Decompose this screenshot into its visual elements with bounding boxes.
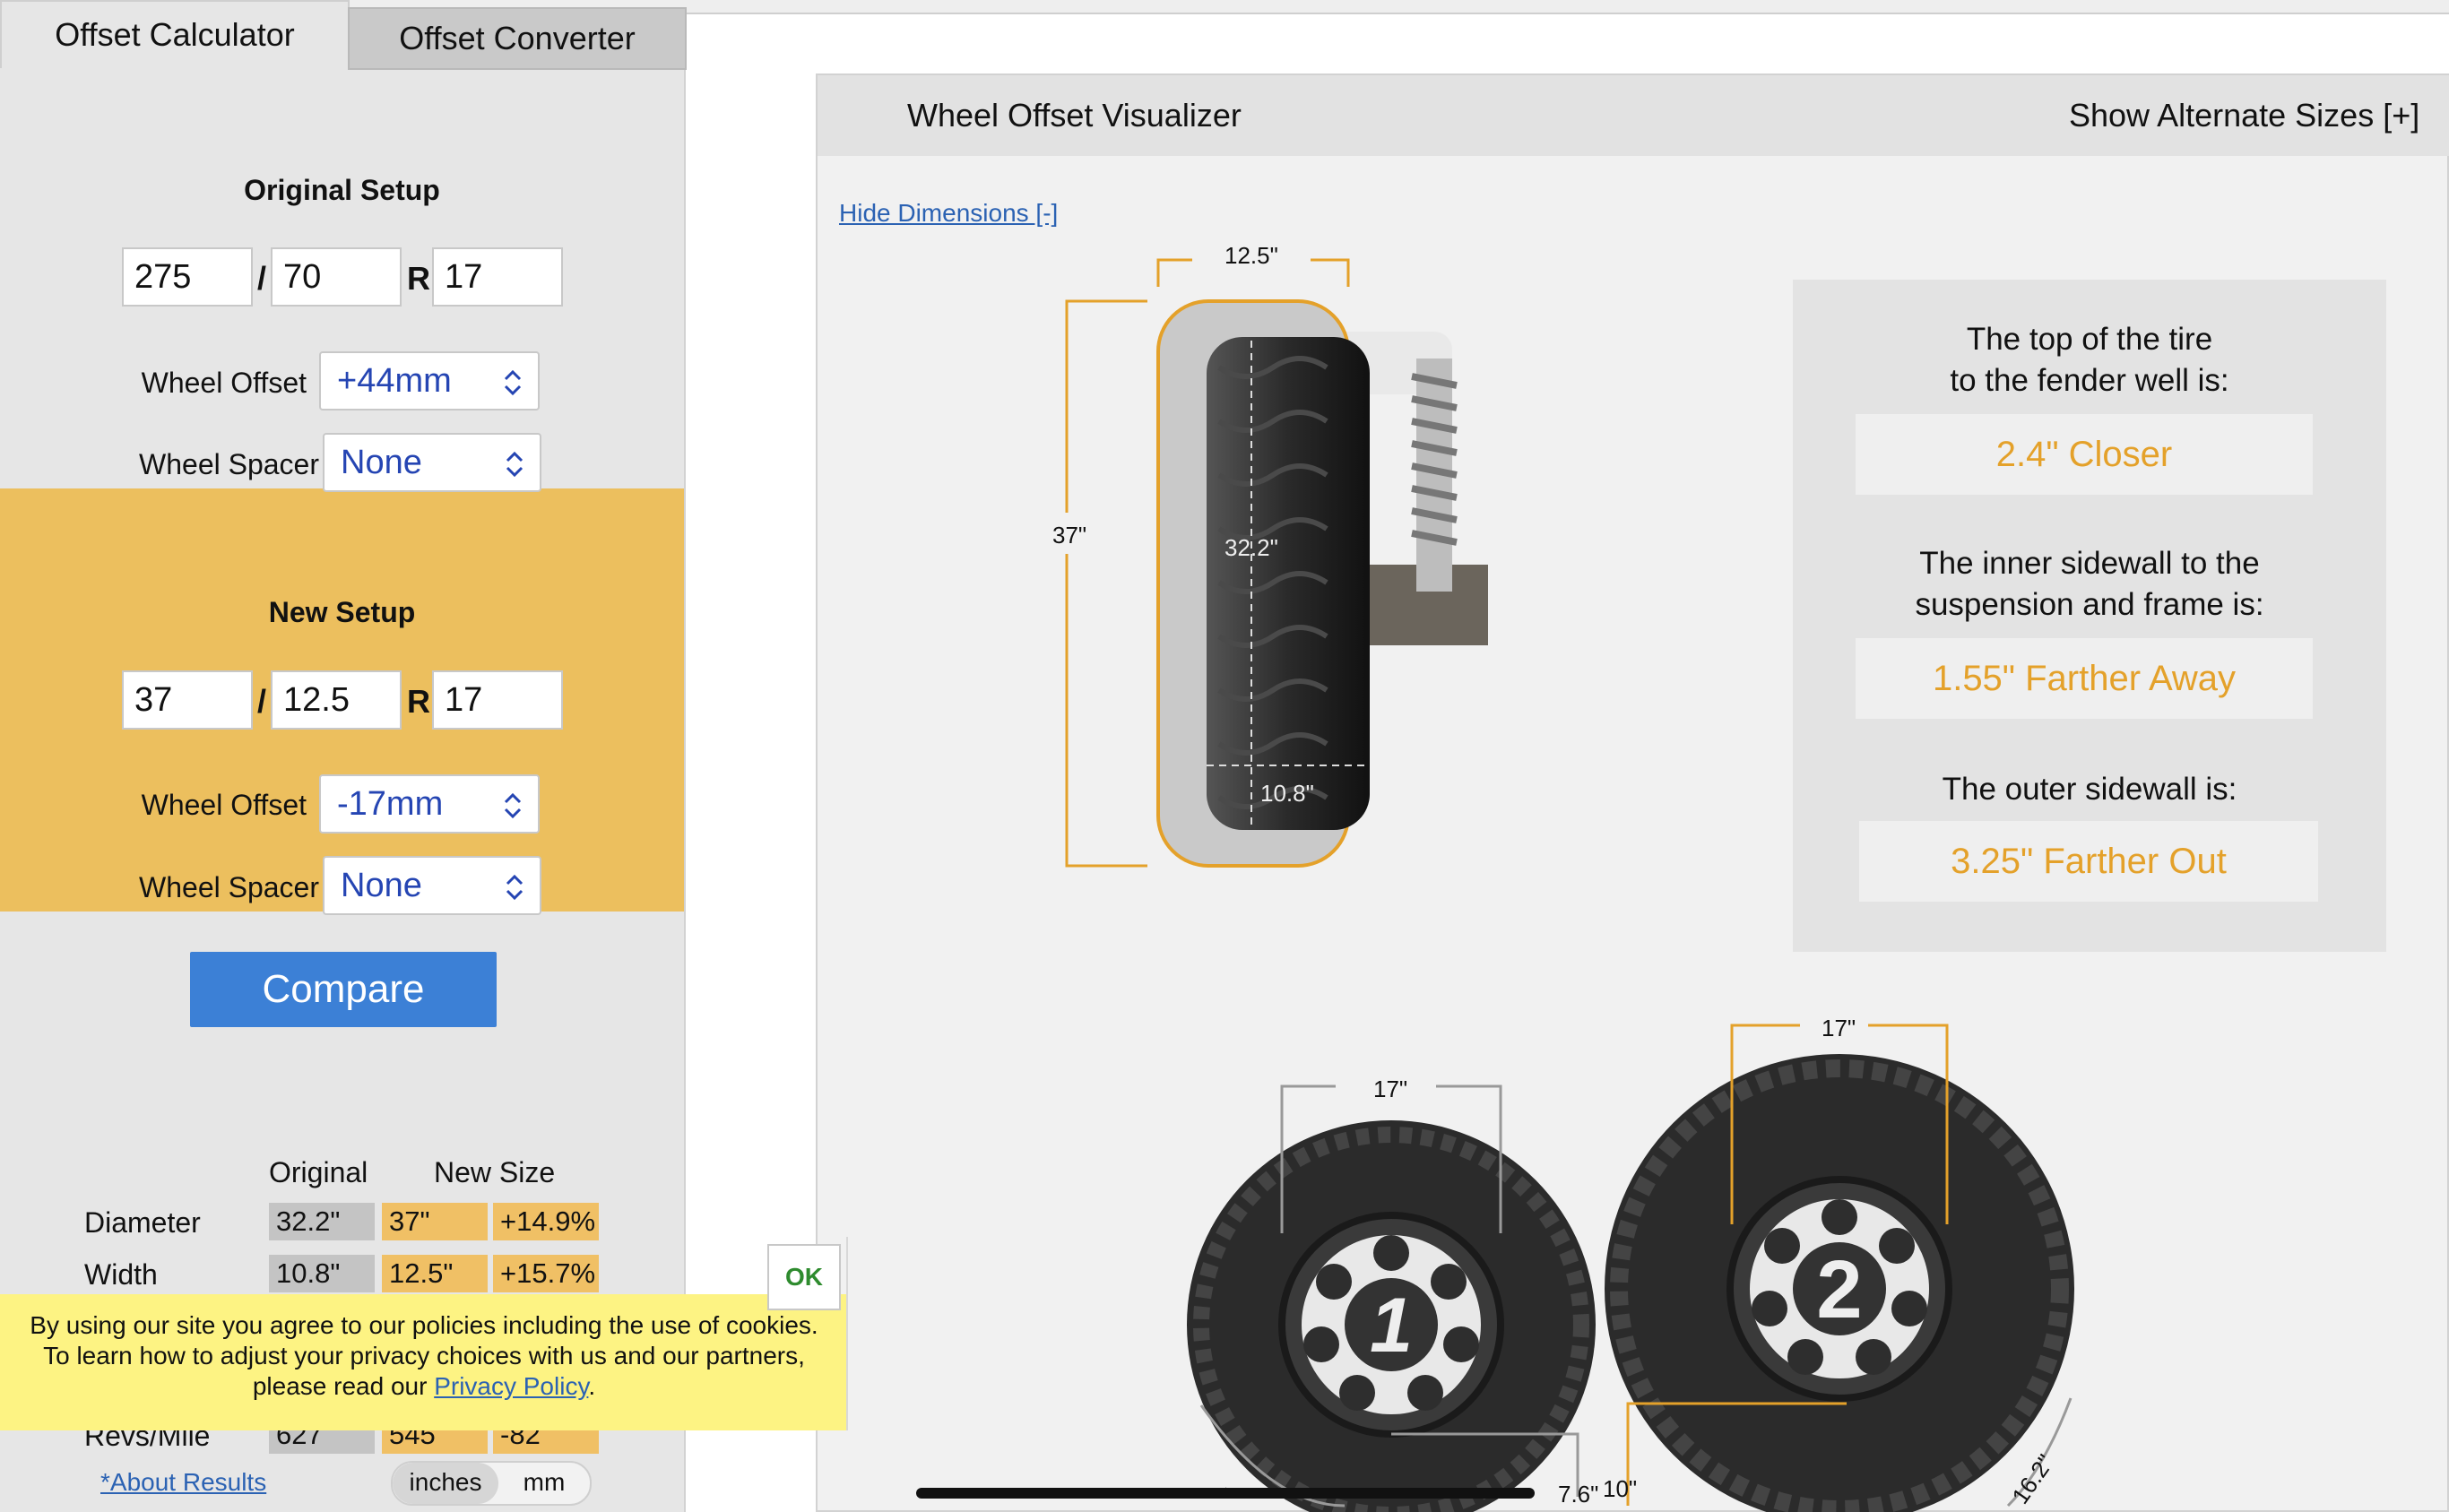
info-3-value: 3.25" Farther Out: [1859, 821, 2318, 902]
about-results-link[interactable]: *About Results: [100, 1468, 266, 1497]
original-setup-title: Original Setup: [244, 174, 440, 206]
info-1-line1: The top of the tire: [1966, 322, 2213, 357]
dim-wheel-2-rim: 17": [1822, 1015, 1856, 1041]
original-offset-select[interactable]: +44mm: [319, 351, 540, 410]
dim-wheel-1-rim: 17": [1373, 1076, 1407, 1102]
width-new: 12.5": [382, 1255, 488, 1292]
unit-mm-option[interactable]: mm: [498, 1463, 590, 1504]
visualizer-title: Wheel Offset Visualizer: [907, 97, 1242, 134]
cookie-divider: [846, 1237, 848, 1430]
unit-inches-option[interactable]: inches: [393, 1463, 498, 1504]
new-setup-title: New Setup: [268, 596, 416, 628]
original-spacer-select[interactable]: None: [323, 433, 541, 492]
new-offset-label: Wheel Offset: [141, 789, 307, 821]
tab-label: Offset Calculator: [55, 16, 295, 53]
wheel-2: 2: [1605, 1054, 2074, 1512]
info-2-line2: suspension and frame is:: [1915, 587, 2264, 622]
new-width-input[interactable]: 37: [122, 670, 253, 730]
row-label-diameter: Diameter: [84, 1206, 201, 1239]
info-1-value: 2.4" Closer: [1856, 414, 2313, 495]
show-alternate-sizes-link[interactable]: Show Alternate Sizes [+]: [2069, 97, 2419, 134]
cookie-banner: By using our site you agree to our polic…: [0, 1294, 848, 1430]
tab-label: Offset Converter: [399, 20, 636, 56]
row-label-width: Width: [84, 1258, 158, 1291]
tire-side-view: 12.5" 37" 32.2" 10.8": [1052, 242, 1488, 868]
wheels-front-view: 1 2 17" 17" 7.6" 10" " 16.2": [1187, 1015, 2074, 1512]
r-separator: R: [407, 683, 430, 720]
cookie-text-end: .: [588, 1372, 596, 1400]
dim-wheel-2-arc: 16.2": [2006, 1449, 2059, 1508]
dim-new-height: 37": [1052, 522, 1086, 549]
cookie-ok-button[interactable]: OK: [767, 1244, 841, 1310]
chevron-updown-icon: [504, 369, 522, 396]
new-spacer-select[interactable]: None: [323, 856, 541, 915]
col-new-size: New Size: [434, 1156, 556, 1188]
dim-orig-height: 32.2": [1224, 534, 1278, 561]
dim-wheel-2-bottom: 10": [1603, 1475, 1637, 1502]
dim-new-width: 12.5": [1224, 242, 1278, 269]
select-value: +44mm: [337, 362, 452, 400]
wheel-1: 1: [1187, 1120, 1596, 1512]
chevron-updown-icon: [506, 451, 524, 478]
chevron-updown-icon: [506, 874, 524, 901]
diameter-original: 32.2": [269, 1203, 375, 1240]
slash-separator: /: [257, 260, 267, 297]
select-value: None: [341, 444, 422, 481]
scroll-indicator[interactable]: [916, 1488, 1535, 1499]
tab-offset-calculator[interactable]: Offset Calculator: [0, 0, 350, 68]
wheel-1-number: 1: [1370, 1283, 1413, 1369]
original-offset-label: Wheel Offset: [141, 367, 307, 399]
original-tire: [1207, 337, 1370, 830]
width-change: +15.7%: [493, 1255, 599, 1292]
info-2-line1: The inner sidewall to the: [1919, 546, 2260, 581]
cookie-text: By using our site you agree to our polic…: [30, 1311, 818, 1400]
select-value: -17mm: [337, 785, 444, 823]
new-offset-select[interactable]: -17mm: [319, 774, 540, 834]
tab-offset-converter[interactable]: Offset Converter: [348, 7, 687, 70]
new-aspect-input[interactable]: 12.5: [271, 670, 402, 730]
diameter-new: 37": [382, 1203, 488, 1240]
original-width-input[interactable]: 275: [122, 247, 253, 307]
slash-separator: /: [257, 683, 267, 720]
hide-dimensions-link[interactable]: Hide Dimensions [-]: [839, 199, 1058, 228]
wheel-2-number: 2: [1816, 1244, 1862, 1335]
r-separator: R: [407, 260, 430, 297]
select-value: None: [341, 867, 422, 904]
diameter-change: +14.9%: [493, 1203, 599, 1240]
original-aspect-input[interactable]: 70: [271, 247, 402, 307]
new-rim-input[interactable]: 17: [432, 670, 563, 730]
info-2-value: 1.55" Farther Away: [1856, 638, 2313, 719]
new-spacer-label: Wheel Spacer: [139, 871, 319, 903]
col-original: Original: [269, 1156, 368, 1188]
width-original: 10.8": [269, 1255, 375, 1292]
original-spacer-label: Wheel Spacer: [139, 448, 319, 480]
compare-button[interactable]: Compare: [190, 952, 497, 1027]
info-1-line2: to the fender well is:: [1950, 363, 2229, 398]
chevron-updown-icon: [504, 792, 522, 819]
privacy-policy-link[interactable]: Privacy Policy: [434, 1372, 588, 1400]
info-3-line1: The outer sidewall is:: [1942, 772, 2237, 807]
units-toggle[interactable]: inches mm: [391, 1461, 592, 1506]
original-rim-input[interactable]: 17: [432, 247, 563, 307]
dim-wheel-1-bottom: 7.6": [1558, 1481, 1598, 1508]
dim-orig-width: 10.8": [1260, 780, 1314, 807]
